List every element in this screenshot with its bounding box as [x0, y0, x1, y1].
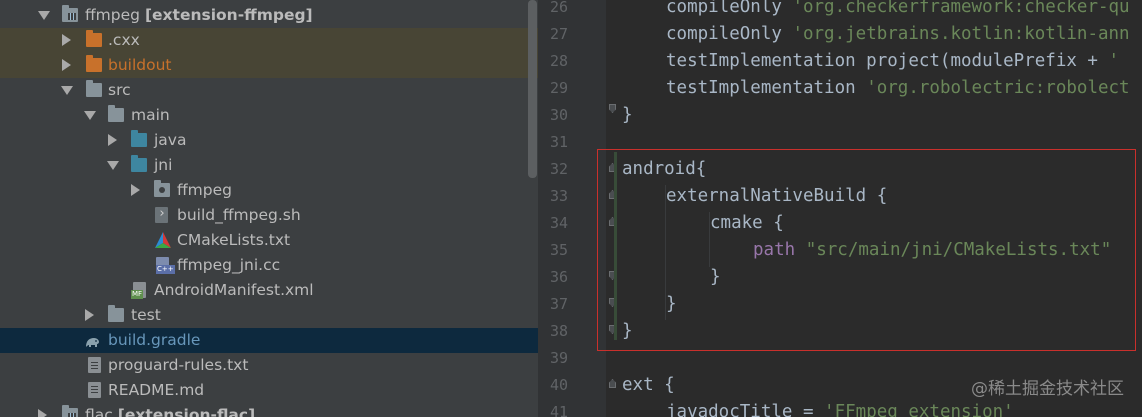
line-number: 29: [549, 79, 568, 97]
code-line-41: javadocTitle = 'FFmpeg extension': [666, 402, 1014, 417]
line-number: 30: [549, 106, 568, 124]
tree-item-ffmpeg-folder[interactable]: ffmpeg: [0, 178, 538, 203]
tree-item-android-manifest[interactable]: MF AndroidManifest.xml: [0, 278, 538, 303]
tree-item-label: CMakeLists.txt: [177, 231, 291, 249]
tree-item-label: ffmpeg: [177, 181, 232, 199]
chevron-right-icon[interactable]: [108, 134, 117, 146]
tree-item-label: java: [154, 131, 187, 149]
tree-item-label: ffmpeg: [85, 6, 140, 24]
package-folder-icon: [154, 180, 170, 197]
line-number: 26: [549, 0, 568, 16]
chevron-right-icon[interactable]: [85, 309, 94, 321]
ide-window: ffmpeg [extension-ffmpeg] .cxx buildout …: [0, 0, 1142, 417]
line-number: 39: [549, 349, 568, 367]
chevron-right-icon[interactable]: [62, 59, 71, 71]
chevron-down-icon[interactable]: [38, 11, 50, 20]
module-name-label: [extension-ffmpeg]: [144, 6, 313, 24]
annotation-highlight-box: [597, 149, 1136, 351]
tree-item-cxx[interactable]: .cxx: [0, 28, 538, 53]
tree-item-label: AndroidManifest.xml: [154, 281, 314, 299]
line-number: 34: [549, 214, 568, 232]
line-number: 31: [549, 133, 568, 151]
tree-item-readme[interactable]: README.md: [0, 378, 538, 403]
folder-icon: [86, 55, 102, 72]
module-name-label: [extension-flac]: [117, 406, 256, 417]
tree-item-label: .cxx: [108, 31, 140, 49]
line-number: 38: [549, 322, 568, 340]
line-number: 37: [549, 295, 568, 313]
tree-item-build-gradle[interactable]: build.gradle: [0, 328, 538, 353]
tree-item-label: buildout: [108, 56, 172, 74]
chevron-right-icon[interactable]: [62, 34, 71, 46]
tree-item-jni[interactable]: jni: [0, 153, 538, 178]
line-number: 40: [549, 376, 568, 394]
cpp-badge: C++: [156, 265, 175, 274]
cpp-file-icon: C++: [156, 257, 175, 274]
tree-item-label: flac: [85, 406, 113, 417]
tree-item-java[interactable]: java: [0, 128, 538, 153]
tree-item-ffmpeg-module[interactable]: ffmpeg [extension-ffmpeg]: [0, 3, 538, 28]
gradle-icon: [84, 334, 102, 348]
tree-item-src[interactable]: src: [0, 78, 538, 103]
manifest-icon: MF: [131, 282, 146, 299]
chevron-right-icon[interactable]: [38, 409, 47, 417]
source-folder-icon: [131, 130, 147, 147]
code-line-27: compileOnly 'org.jetbrains.kotlin:kotlin…: [666, 24, 1130, 44]
line-number: 32: [549, 160, 568, 178]
tree-item-label: main: [131, 106, 170, 124]
folder-icon: [86, 30, 102, 47]
text-file-icon: [88, 357, 101, 373]
tree-item-cmakelists[interactable]: CMakeLists.txt: [0, 228, 538, 253]
tree-item-test[interactable]: test: [0, 303, 538, 328]
markdown-file-icon: [88, 382, 101, 398]
folder-icon: [108, 305, 124, 322]
tree-item-main[interactable]: main: [0, 103, 538, 128]
line-number: 35: [549, 241, 568, 259]
module-folder-icon: [62, 405, 78, 417]
chevron-down-icon[interactable]: [107, 161, 119, 170]
tree-scrollbar[interactable]: [528, 0, 537, 178]
code-line-28: testImplementation project(modulePrefix …: [666, 51, 1120, 71]
module-folder-icon: [62, 5, 78, 22]
chevron-down-icon[interactable]: [61, 86, 73, 95]
shell-script-icon: [155, 206, 168, 223]
tree-item-flac-module[interactable]: flac [extension-flac]: [0, 403, 538, 417]
manifest-badge: MF: [131, 290, 144, 299]
line-number: 27: [549, 25, 568, 43]
line-number: 36: [549, 268, 568, 286]
tree-item-label: ffmpeg_jni.cc: [177, 256, 281, 274]
tree-item-label: src: [108, 81, 131, 99]
code-line-30: }: [622, 105, 633, 125]
tree-item-label: build_ffmpeg.sh: [177, 206, 301, 224]
folder-icon: [108, 105, 124, 122]
code-line-29: testImplementation 'org.robolectric:robo…: [666, 78, 1130, 98]
code-line-26: compileOnly 'org.checkerframework:checke…: [666, 0, 1130, 17]
line-number: 33: [549, 187, 568, 205]
line-number: 28: [549, 52, 568, 70]
tree-item-label: test: [131, 306, 161, 324]
tree-item-proguard-rules[interactable]: proguard-rules.txt: [0, 353, 538, 378]
tree-item-label: build.gradle: [108, 331, 201, 349]
tree-item-label: jni: [154, 156, 173, 174]
tree-item-build-ffmpeg-sh[interactable]: build_ffmpeg.sh: [0, 203, 538, 228]
tree-item-label: proguard-rules.txt: [108, 356, 249, 374]
folder-icon: [86, 80, 102, 97]
project-tree[interactable]: ffmpeg [extension-ffmpeg] .cxx buildout …: [0, 0, 538, 417]
chevron-down-icon[interactable]: [84, 111, 96, 120]
chevron-right-icon[interactable]: [131, 184, 140, 196]
code-line-40: ext {: [622, 375, 675, 395]
line-number: 41: [549, 403, 568, 417]
watermark-text: @稀土掘金技术社区: [971, 379, 1124, 399]
tree-item-ffmpeg-jni-cc[interactable]: C++ ffmpeg_jni.cc: [0, 253, 538, 278]
tree-item-label: README.md: [108, 381, 205, 399]
cmake-icon: [154, 231, 172, 249]
source-folder-icon: [131, 155, 147, 172]
tree-item-buildout[interactable]: buildout: [0, 53, 538, 78]
